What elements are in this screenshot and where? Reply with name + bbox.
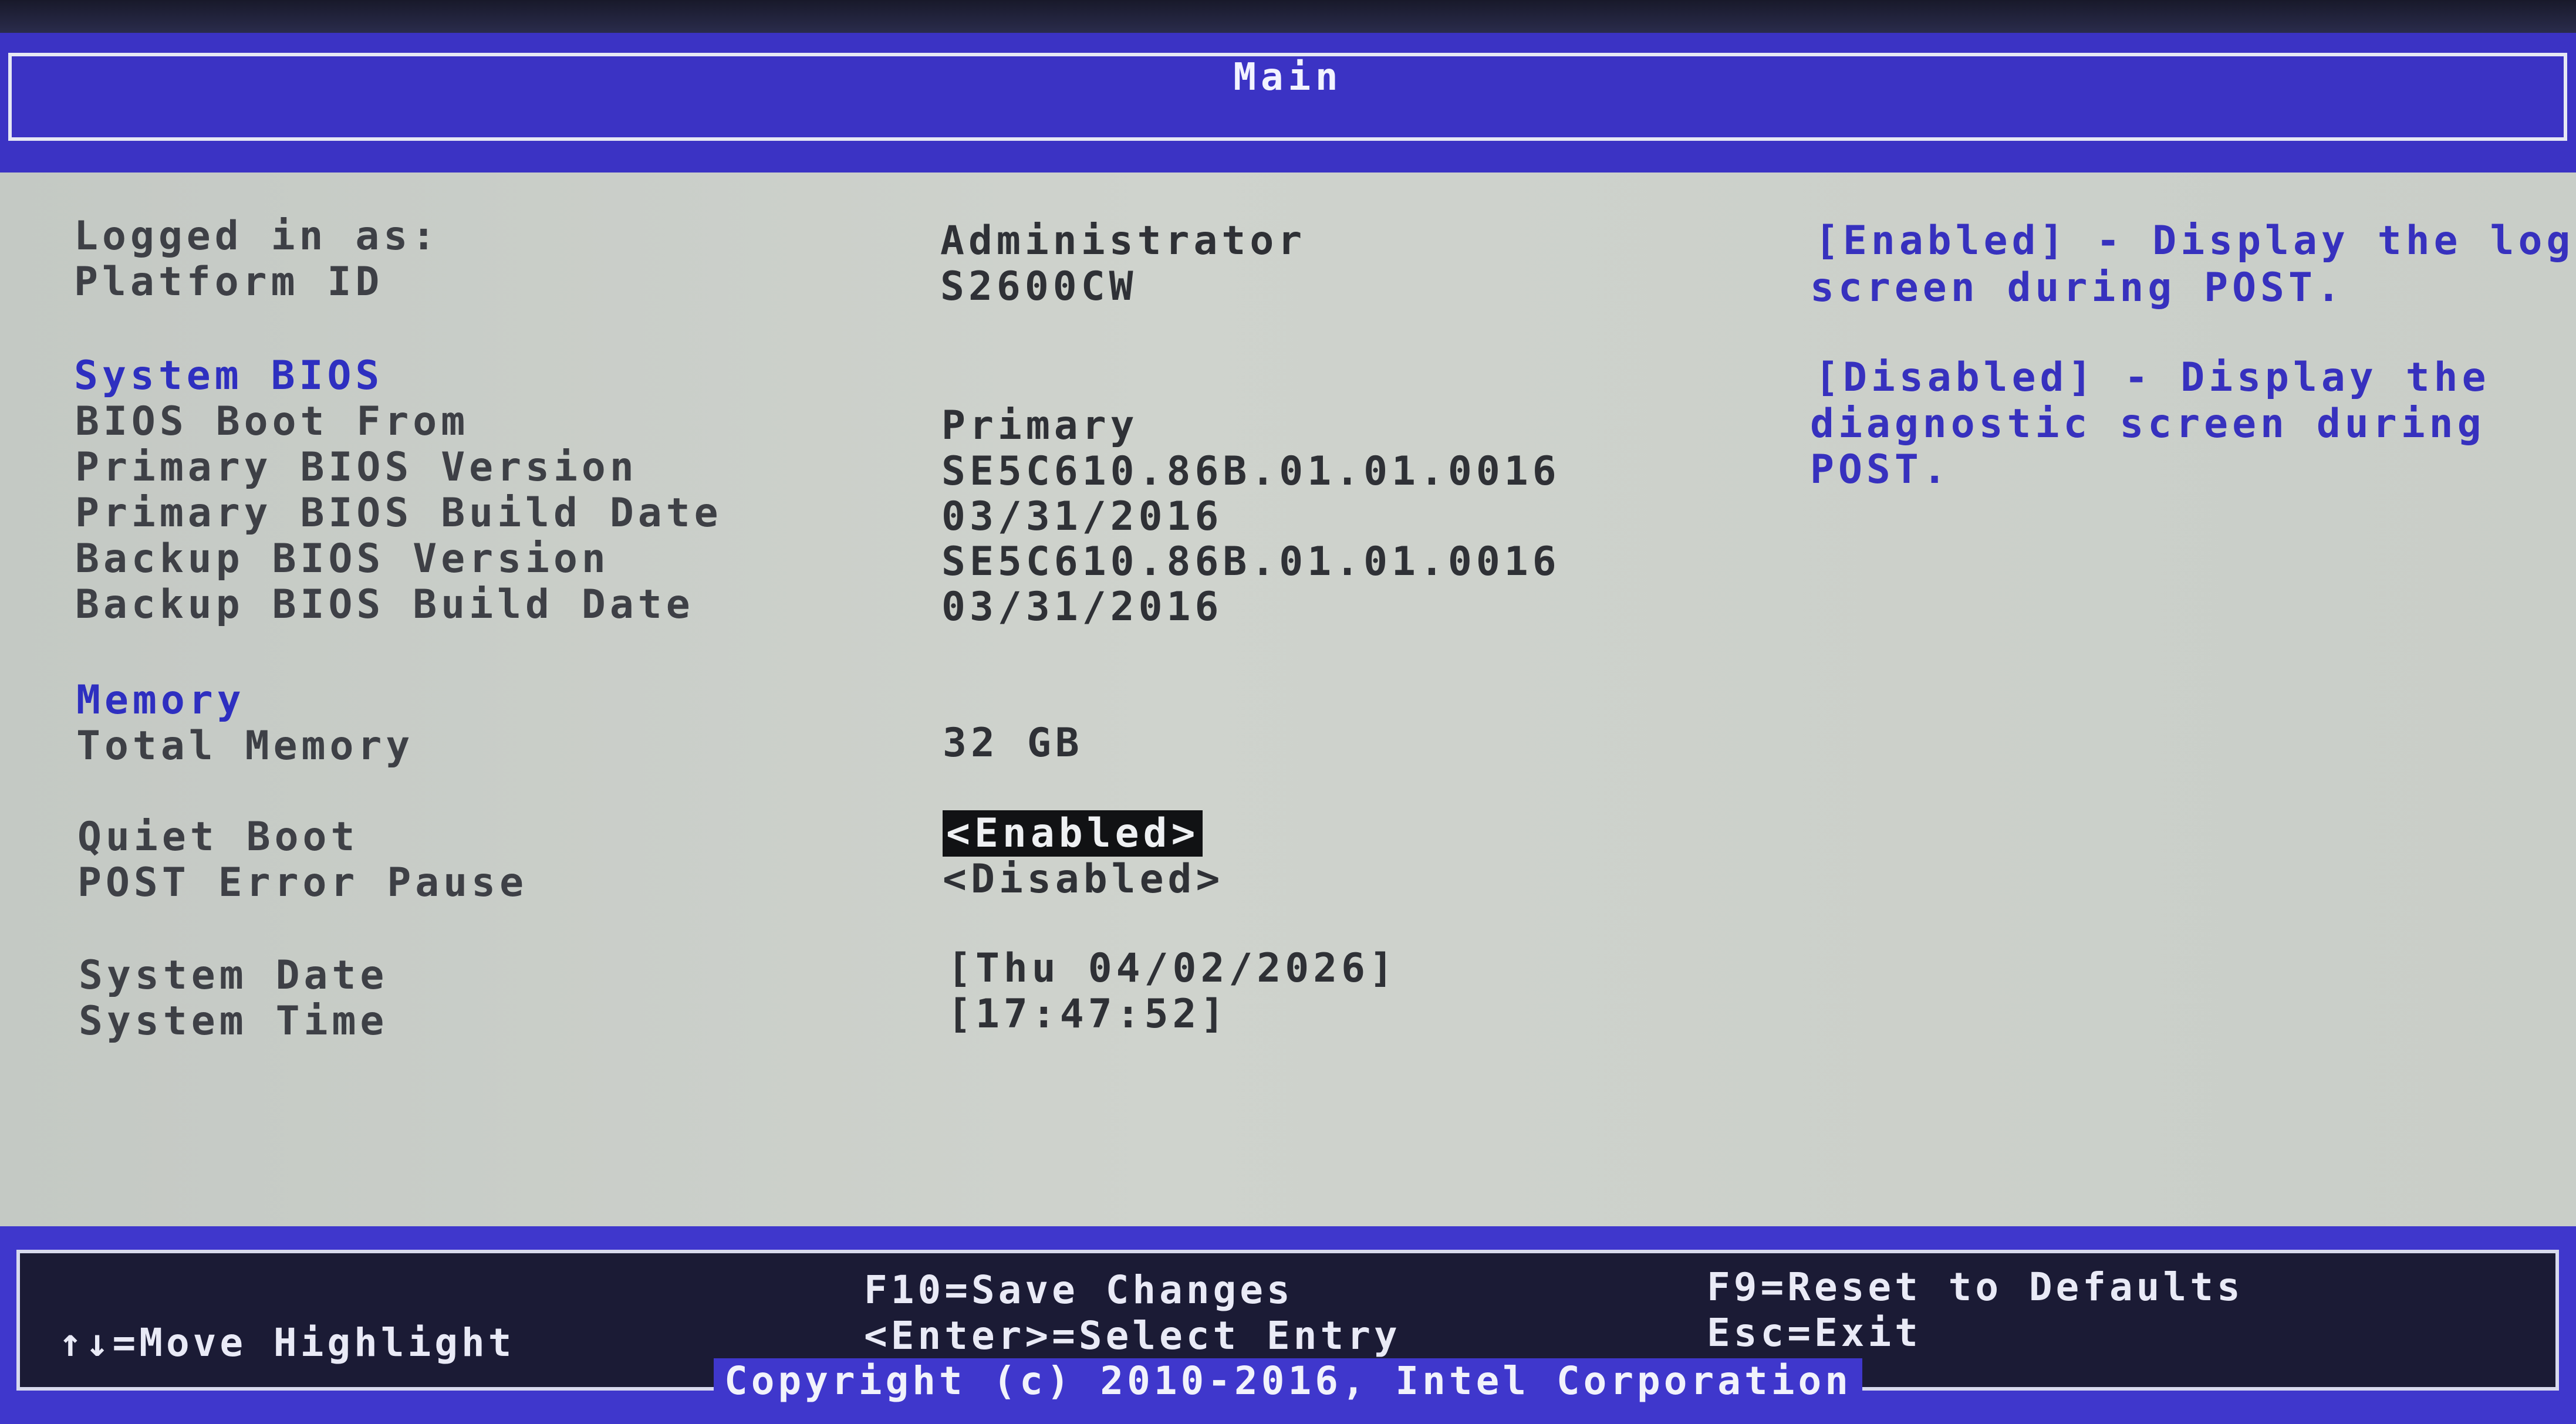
total-memory-label: Total Memory xyxy=(76,723,414,769)
primary-bios-date-label: Primary BIOS Build Date xyxy=(75,490,723,536)
screen-bezel xyxy=(0,0,2576,33)
backup-bios-date-label: Backup BIOS Build Date xyxy=(75,581,694,628)
logged-in-label: Logged in as: xyxy=(74,213,440,259)
help-line-1: [Enabled] - Display the logo xyxy=(1815,218,2576,264)
bios-boot-from-value: Primary xyxy=(941,402,1139,449)
logged-in-value: Administrator xyxy=(940,218,1306,264)
system-bios-heading: System BIOS xyxy=(74,353,384,399)
help-line-3: [Disabled] - Display the xyxy=(1815,354,2490,401)
primary-bios-version-value: SE5C610.86B.01.01.0016 xyxy=(941,448,1561,495)
help-line-4: diagnostic screen during xyxy=(1810,401,2486,447)
memory-heading: Memory xyxy=(76,677,245,723)
quiet-boot-label[interactable]: Quiet Boot xyxy=(77,814,359,860)
system-date-label[interactable]: System Date xyxy=(79,953,388,999)
post-error-pause-label[interactable]: POST Error Pause xyxy=(77,860,528,906)
help-line-5: POST. xyxy=(1810,447,1951,493)
quiet-boot-value[interactable]: <Enabled> xyxy=(943,810,1203,857)
backup-bios-version-value: SE5C610.86B.01.01.0016 xyxy=(941,539,1561,585)
copyright-text: Copyright (c) 2010-2016, Intel Corporati… xyxy=(0,1358,2576,1404)
save-changes-hint: F10=Save Changes xyxy=(864,1267,1294,1313)
backup-bios-version-label: Backup BIOS Version xyxy=(75,536,610,582)
system-time-value[interactable]: [17:47:52] xyxy=(947,992,1228,1037)
system-time-label[interactable]: System Time xyxy=(79,999,388,1044)
bios-boot-from-label: BIOS Boot From xyxy=(75,398,470,445)
main-content xyxy=(0,172,2576,1226)
system-date-value[interactable]: [Thu 04/02/2026] xyxy=(947,946,1397,992)
exit-hint: Esc=Exit xyxy=(1707,1310,1922,1355)
primary-bios-date-value: 03/31/2016 xyxy=(941,493,1223,540)
platform-id-label: Platform ID xyxy=(74,259,384,305)
backup-bios-date-value: 03/31/2016 xyxy=(941,584,1223,630)
post-error-pause-value[interactable]: <Disabled> xyxy=(943,857,1224,902)
copyright-label: Copyright (c) 2010-2016, Intel Corporati… xyxy=(714,1358,1862,1403)
quiet-boot-selected[interactable]: <Enabled> xyxy=(943,810,1203,857)
reset-defaults-hint: F9=Reset to Defaults xyxy=(1707,1264,2244,1310)
total-memory-value: 32 GB xyxy=(943,720,1083,766)
select-entry-hint: <Enter>=Select Entry xyxy=(864,1313,1401,1358)
help-line-2: screen during POST. xyxy=(1810,265,2345,311)
page-title: Main xyxy=(1233,56,1343,99)
platform-id-value: S2600CW xyxy=(940,263,1137,310)
primary-bios-version-label: Primary BIOS Version xyxy=(75,444,638,491)
